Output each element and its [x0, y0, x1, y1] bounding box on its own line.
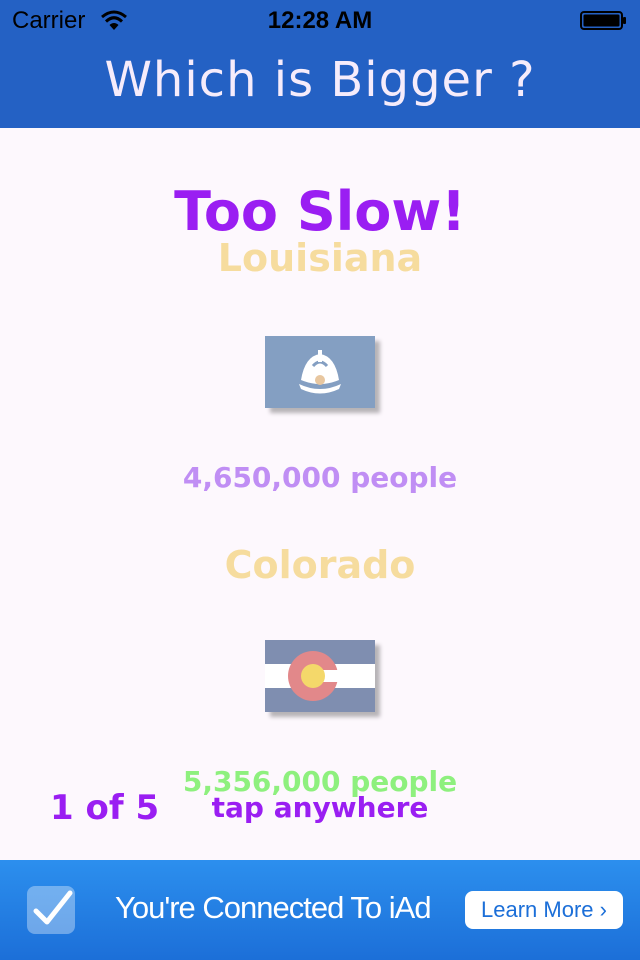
status-bar: Carrier 12:28 AM	[0, 0, 640, 40]
battery-icon	[580, 11, 626, 30]
game-area[interactable]: Too Slow! Louisiana 4,650,000 people Col…	[0, 128, 640, 860]
louisiana-flag-icon[interactable]	[265, 336, 375, 408]
state-name-2: Colorado	[224, 543, 416, 587]
ad-text: You're Connected To iAd	[115, 890, 432, 925]
state-name-1: Louisiana	[217, 236, 423, 280]
nav-bar: Which is Bigger ?	[0, 40, 640, 128]
page-title: Which is Bigger ?	[104, 52, 536, 108]
iad-banner[interactable]: You're Connected To iAd Learn More ›	[0, 860, 640, 960]
status-time: 12:28 AM	[267, 7, 373, 34]
tap-anywhere-hint: tap anywhere	[211, 791, 429, 824]
checkmark-icon	[27, 886, 75, 934]
colorado-flag-icon[interactable]	[265, 640, 375, 712]
population-1: 4,650,000 people	[182, 461, 458, 494]
learn-more-button[interactable]: Learn More ›	[465, 891, 623, 929]
result-text: Too Slow!	[174, 180, 466, 243]
